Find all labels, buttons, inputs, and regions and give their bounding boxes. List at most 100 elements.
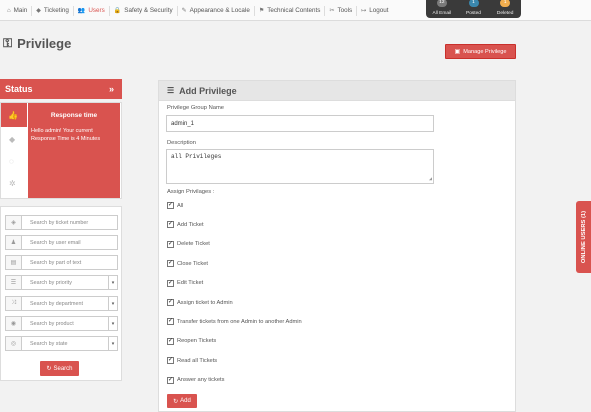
collapse-icon[interactable]: »	[109, 84, 114, 94]
privilege-option[interactable]: ✓ Assign ticket to Admin	[167, 299, 233, 306]
stat-posted[interactable]: 1 Posted	[458, 0, 490, 18]
lock-icon: ▣	[454, 49, 461, 55]
sitemap-icon: ⤨	[5, 296, 21, 311]
checkbox-checked[interactable]: ✓	[167, 279, 174, 287]
chevron-down-icon[interactable]: ▾	[109, 316, 118, 331]
search-input[interactable]: Search by user email	[21, 235, 118, 250]
response-time-title: Response time	[50, 112, 98, 119]
privilege-option[interactable]: ✓ Close Ticket	[167, 260, 208, 268]
status-panel-header[interactable]: Status »	[0, 79, 122, 99]
users-icon: 👥	[77, 8, 86, 14]
checkbox-checked[interactable]: ✓	[167, 202, 174, 209]
description-textarea[interactable]: all Privileges ◢	[166, 149, 434, 184]
nav-item-technical-contents[interactable]: ⚑ Technical Contents	[255, 5, 326, 16]
list-icon: ☰	[167, 86, 175, 95]
search-panel: ↻ Search ◈ Search by ticket number ♟ Search…	[0, 206, 122, 381]
checkbox-checked[interactable]: ✓	[167, 240, 174, 248]
resize-handle[interactable]: ◢	[429, 176, 432, 182]
search-select[interactable]: Search by state	[21, 336, 109, 351]
checkbox-checked[interactable]: ✓	[167, 260, 174, 268]
checkbox-checked[interactable]: ✓	[167, 318, 174, 326]
search-field-row: ☰ Search by priority ▾	[5, 275, 118, 290]
checkbox-checked[interactable]: ✓	[167, 299, 174, 306]
logout-icon: ↦	[361, 8, 367, 14]
chevron-down-icon[interactable]: ▾	[109, 296, 118, 311]
search-select[interactable]: Search by product	[21, 316, 109, 331]
search-field-row: ▤ Search by part of text	[5, 255, 118, 270]
search-input[interactable]: Search by ticket number	[21, 215, 118, 230]
assign-privileges-label: Assign Privilages :	[167, 189, 215, 195]
checkbox-checked[interactable]: ✓	[167, 376, 174, 384]
nav-item-label: Logout	[369, 7, 389, 14]
privilege-option[interactable]: ✓ All	[167, 202, 183, 209]
chevron-down-icon[interactable]: ▾	[109, 336, 118, 351]
online-users-tab[interactable]: ONLINE USERS (1)	[576, 201, 591, 273]
search-input[interactable]: Search by part of text	[21, 255, 118, 270]
stat-all-email[interactable]: 12 All Email	[426, 0, 458, 18]
privilege-label: Edit Ticket	[177, 280, 204, 287]
privilege-label: Assign ticket to Admin	[177, 299, 233, 306]
count-badge: 1	[468, 0, 479, 7]
count-badge: 12	[436, 0, 447, 7]
refresh-icon: ↻	[173, 398, 179, 405]
ticket-icon: ◆	[36, 8, 41, 14]
response-time-box: Response time Hello admin! Your current …	[28, 103, 120, 198]
tag-icon: ◈	[5, 215, 21, 230]
nav-item-main[interactable]: ⌂ Main	[3, 5, 33, 16]
search-button-label: Search	[53, 365, 73, 372]
group-name-label: Privilege Group Name	[167, 105, 225, 111]
clock-icon[interactable]: ◌	[9, 157, 14, 166]
status-panel: 👍 ◆ ◌ ✲ Response time Hello admin! Your …	[0, 102, 122, 199]
add-button[interactable]: ↻ Add	[167, 394, 197, 408]
response-time-text: Hello admin! Your current Response Time …	[31, 128, 101, 142]
checkbox-checked[interactable]: ✓	[167, 337, 174, 345]
search-select[interactable]: Search by department	[21, 296, 109, 311]
nav-item-label: Users	[88, 7, 105, 14]
privilege-label: Transfer tickets from one Admin to anoth…	[177, 318, 302, 325]
key-icon: ⚿	[3, 36, 13, 50]
manage-privilege-button[interactable]: ▣ Manage Privilege	[445, 44, 516, 59]
stat-label: All Email	[432, 11, 452, 16]
user-icon: ♟	[5, 235, 21, 250]
checkbox-checked[interactable]: ✓	[167, 221, 174, 229]
manage-privilege-label: Manage Privilege	[463, 48, 507, 55]
chevron-down-icon[interactable]: ▾	[109, 275, 118, 290]
list-icon: ☰	[5, 275, 21, 290]
page-title-text: Privilege	[17, 36, 72, 51]
privilege-label: Add Ticket	[177, 221, 204, 228]
nav-item-label: Tools	[337, 7, 353, 14]
nav-item-users[interactable]: 👥 Users	[74, 5, 110, 16]
online-users-label: ONLINE USERS (1)	[580, 210, 587, 264]
search-field-row: ◉ Search by product ▾	[5, 316, 118, 331]
privilege-label: Read all Tickets	[177, 357, 218, 364]
nav-item-label: Appearance & Locale	[189, 7, 250, 14]
tag-icon[interactable]: ◆	[9, 135, 15, 144]
nav-item-tools[interactable]: ✂ Tools	[325, 5, 358, 16]
search-select[interactable]: Search by priority	[21, 275, 109, 290]
add-privilege-title: Add Privilege	[179, 85, 237, 96]
nav-item-safety-security[interactable]: 🔒 Safety & Security	[110, 5, 178, 16]
lock-icon: 🔒	[113, 8, 122, 14]
privilege-label: All	[177, 202, 184, 209]
search-field-row: ◈ Search by ticket number	[5, 215, 118, 230]
description-label: Description	[167, 140, 196, 146]
group-name-input[interactable]: admin_1	[166, 115, 434, 132]
stat-deleted[interactable]: 1 Deleted	[489, 0, 521, 18]
privilege-option[interactable]: ✓ Add Ticket	[167, 221, 204, 229]
home-icon: ⌂	[7, 7, 11, 14]
privilege-option[interactable]: ✓ Delete Ticket	[167, 240, 210, 248]
privilege-option[interactable]: ✓ Answer any tickets	[167, 376, 224, 384]
privilege-option[interactable]: ✓ Transfer tickets from one Admin to anot…	[167, 318, 302, 326]
gear-icon[interactable]: ✲	[9, 179, 16, 188]
privilege-label: Delete Ticket	[177, 241, 210, 248]
privilege-option[interactable]: ✓ Reopen Tickets	[167, 337, 216, 345]
nav-item-logout[interactable]: ↦ Logout	[357, 6, 392, 16]
nav-item-appearance-locale[interactable]: ✎ Appearance & Locale	[178, 5, 255, 16]
privilege-option[interactable]: ✓ Read all Tickets	[167, 357, 218, 365]
nav-item-label: Ticketing	[43, 7, 69, 14]
checkbox-checked[interactable]: ✓	[167, 357, 174, 365]
privilege-option[interactable]: ✓ Edit Ticket	[167, 279, 204, 287]
search-button[interactable]: ↻ Search	[40, 361, 79, 376]
nav-item-ticketing[interactable]: ◆ Ticketing	[32, 5, 74, 16]
thumbs-up-icon[interactable]: 👍	[8, 111, 18, 120]
